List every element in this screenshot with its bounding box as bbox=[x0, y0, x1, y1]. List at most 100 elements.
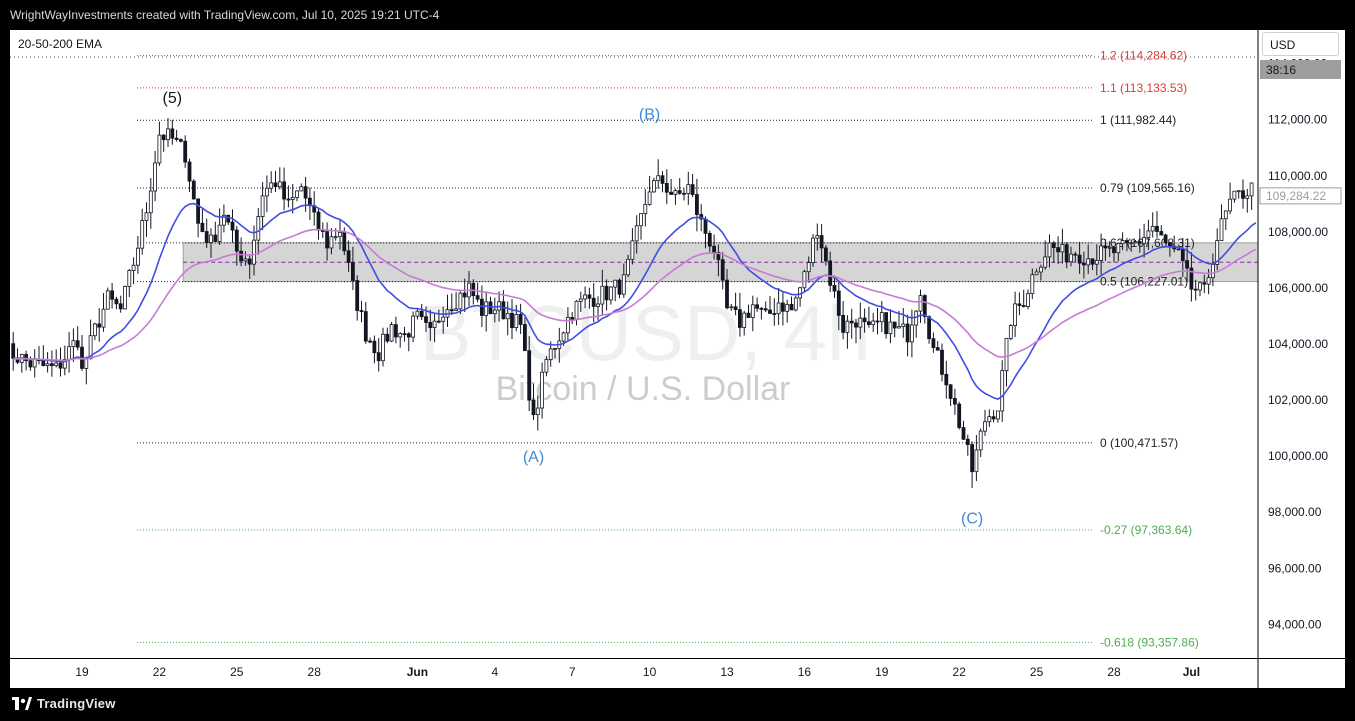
candle-body[interactable] bbox=[84, 358, 89, 369]
candle-body[interactable] bbox=[1021, 305, 1026, 307]
candle-body[interactable] bbox=[832, 284, 837, 292]
candle-body[interactable] bbox=[329, 236, 334, 249]
tradingview-logo[interactable]: TradingView bbox=[12, 696, 116, 711]
candle-body[interactable] bbox=[871, 320, 876, 326]
price-chart[interactable]: BTCUSD, 4hBitcoin / U.S. Dollar 1.2 (114… bbox=[10, 30, 1345, 658]
candle-body[interactable] bbox=[535, 407, 540, 416]
candle-body[interactable] bbox=[1039, 266, 1043, 273]
candle-body[interactable] bbox=[781, 302, 785, 312]
candle-body[interactable] bbox=[501, 301, 506, 320]
candle-body[interactable] bbox=[578, 298, 583, 302]
candle-body[interactable] bbox=[927, 316, 931, 340]
candle-body[interactable] bbox=[1060, 244, 1065, 253]
candle-body[interactable] bbox=[996, 410, 1000, 420]
candle-body[interactable] bbox=[209, 234, 213, 243]
candle-body[interactable] bbox=[372, 340, 377, 354]
chart-panel[interactable]: BTCUSD, 4h Bitcoin / U.S. Dollar 1.2 (114… bbox=[10, 30, 1345, 688]
candle-body[interactable] bbox=[785, 303, 790, 312]
candle-body[interactable] bbox=[389, 324, 394, 342]
candle-body[interactable] bbox=[1082, 262, 1086, 266]
candle-body[interactable] bbox=[776, 302, 781, 315]
fib-label[interactable]: 0.79 (109,565.16) bbox=[1100, 181, 1195, 195]
candle-body[interactable] bbox=[604, 285, 609, 301]
candle-body[interactable] bbox=[140, 220, 145, 249]
candle-body[interactable] bbox=[703, 218, 708, 234]
candle-body[interactable] bbox=[11, 343, 16, 359]
candle-body[interactable] bbox=[264, 187, 269, 197]
candle-body[interactable] bbox=[54, 362, 59, 367]
candle-body[interactable] bbox=[824, 247, 828, 262]
candle-body[interactable] bbox=[247, 258, 252, 265]
candle-body[interactable] bbox=[768, 309, 772, 314]
candle-body[interactable] bbox=[630, 240, 635, 260]
candle-body[interactable] bbox=[398, 333, 403, 338]
candle-body[interactable] bbox=[136, 247, 140, 266]
candle-body[interactable] bbox=[1004, 338, 1009, 372]
candle-body[interactable] bbox=[277, 181, 282, 188]
candle-body[interactable] bbox=[75, 340, 80, 348]
candle-body[interactable] bbox=[772, 313, 777, 315]
candle-body[interactable] bbox=[965, 438, 970, 445]
candle-body[interactable] bbox=[991, 416, 996, 420]
candle-body[interactable] bbox=[1137, 241, 1142, 244]
candle-body[interactable] bbox=[514, 314, 519, 328]
price-tick-label[interactable]: 98,000.00 bbox=[1268, 505, 1322, 519]
candle-body[interactable] bbox=[733, 306, 738, 311]
candle-body[interactable] bbox=[338, 231, 342, 238]
candle-body[interactable] bbox=[1180, 249, 1185, 261]
currency-selector[interactable]: USD bbox=[1262, 32, 1339, 56]
candle-body[interactable] bbox=[591, 297, 596, 307]
candle-body[interactable] bbox=[746, 312, 751, 318]
candle-body[interactable] bbox=[639, 213, 643, 227]
candle-body[interactable] bbox=[922, 295, 927, 318]
candle-body[interactable] bbox=[381, 333, 385, 362]
candle-body[interactable] bbox=[884, 312, 888, 335]
candle-body[interactable] bbox=[183, 140, 188, 163]
candle-body[interactable] bbox=[600, 285, 605, 305]
candle-body[interactable] bbox=[729, 306, 734, 309]
candle-body[interactable] bbox=[1112, 246, 1116, 254]
candle-body[interactable] bbox=[983, 421, 987, 432]
candle-body[interactable] bbox=[436, 320, 441, 323]
candle-body[interactable] bbox=[252, 239, 256, 265]
candle-body[interactable] bbox=[935, 347, 940, 351]
candle-body[interactable] bbox=[828, 260, 833, 286]
candle-body[interactable] bbox=[157, 134, 162, 164]
time-tick-label[interactable]: 22 bbox=[953, 665, 967, 679]
candle-body[interactable] bbox=[174, 137, 179, 140]
candle-body[interactable] bbox=[854, 322, 858, 328]
candle-body[interactable] bbox=[346, 250, 351, 263]
price-tick-label[interactable]: 100,000.00 bbox=[1268, 449, 1328, 463]
candle-body[interactable] bbox=[918, 295, 923, 312]
candle-body[interactable] bbox=[953, 398, 957, 405]
candle-body[interactable] bbox=[892, 321, 897, 329]
candle-body[interactable] bbox=[806, 262, 811, 273]
candle-body[interactable] bbox=[1125, 240, 1129, 244]
candle-body[interactable] bbox=[325, 231, 330, 249]
candle-body[interactable] bbox=[1056, 247, 1060, 253]
candle-body[interactable] bbox=[286, 198, 291, 201]
candle-body[interactable] bbox=[879, 312, 884, 323]
candle-body[interactable] bbox=[131, 264, 136, 271]
candle-body[interactable] bbox=[256, 216, 261, 241]
candle-body[interactable] bbox=[110, 290, 114, 300]
time-tick-label[interactable]: 4 bbox=[491, 665, 498, 679]
candle-body[interactable] bbox=[1228, 198, 1232, 212]
candle-body[interactable] bbox=[759, 307, 764, 310]
candle-body[interactable] bbox=[570, 317, 575, 320]
candle-body[interactable] bbox=[940, 349, 944, 375]
candle-body[interactable] bbox=[544, 359, 549, 373]
candle-body[interactable] bbox=[677, 190, 682, 194]
price-tick-label[interactable]: 94,000.00 bbox=[1268, 617, 1322, 631]
candle-body[interactable] bbox=[1008, 325, 1013, 339]
candle-body[interactable] bbox=[1107, 246, 1112, 249]
candle-body[interactable] bbox=[295, 190, 299, 198]
candle-body[interactable] bbox=[561, 332, 566, 342]
candle-body[interactable] bbox=[742, 312, 747, 328]
candle-body[interactable] bbox=[931, 338, 936, 348]
candle-body[interactable] bbox=[634, 225, 639, 242]
candle-body[interactable] bbox=[424, 316, 428, 323]
candle-body[interactable] bbox=[523, 324, 527, 352]
candle-body[interactable] bbox=[1030, 274, 1035, 295]
candle-body[interactable] bbox=[153, 162, 158, 192]
